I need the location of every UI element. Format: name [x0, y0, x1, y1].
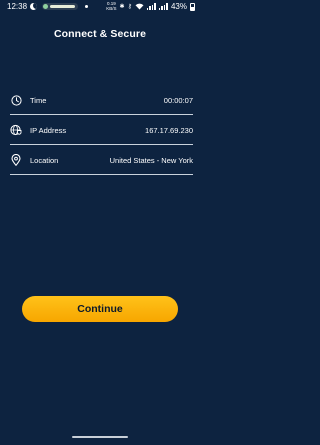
media-progress-bar	[50, 5, 76, 8]
media-progress-pill	[42, 3, 79, 10]
info-row-location: Location United States - New York	[10, 149, 193, 171]
battery-percent: 43%	[170, 2, 187, 11]
divider	[10, 144, 193, 145]
battery-icon	[190, 2, 195, 11]
ip-address-label: IP Address	[30, 125, 67, 135]
location-label: Location	[30, 155, 59, 165]
divider	[10, 114, 193, 115]
location-pin-icon	[10, 154, 22, 166]
continue-button[interactable]: Continue	[22, 296, 178, 322]
home-indicator[interactable]	[72, 436, 128, 438]
info-row-ip-address: IP Address 167.17.69.230	[10, 119, 193, 141]
ip-address-value: 167.17.69.230	[145, 125, 193, 135]
time-label: Time	[30, 95, 47, 105]
media-dot-icon	[43, 4, 49, 9]
vpn-key-icon: ⚷	[127, 4, 132, 10]
globe-shield-icon	[10, 124, 22, 136]
signal-strength-icon-1	[146, 3, 156, 10]
signal-strength-icon-2	[158, 3, 168, 10]
clock-icon	[10, 94, 22, 106]
status-bar-left: 12:38	[7, 2, 89, 11]
page-title: Connect & Secure	[53, 28, 147, 40]
wifi-icon	[135, 3, 144, 10]
info-row-time: Time 00:00:07	[10, 89, 193, 111]
status-time: 12:38	[7, 2, 28, 11]
do-not-disturb-icon	[30, 3, 38, 10]
divider	[10, 174, 193, 175]
network-speed-unit: KB/S	[106, 5, 117, 11]
notification-dot-icon	[85, 5, 89, 8]
network-speed: 0.19 KB/S	[106, 1, 117, 11]
location-value: United States - New York	[109, 155, 193, 165]
bluetooth-icon: ✱	[119, 4, 125, 10]
status-bar-right: 0.19 KB/S ✱ ⚷ 43%	[106, 1, 195, 11]
status-bar: 12:38 0.19 KB/S ✱ ⚷ 43%	[0, 0, 200, 16]
time-value: 00:00:07	[163, 95, 193, 105]
